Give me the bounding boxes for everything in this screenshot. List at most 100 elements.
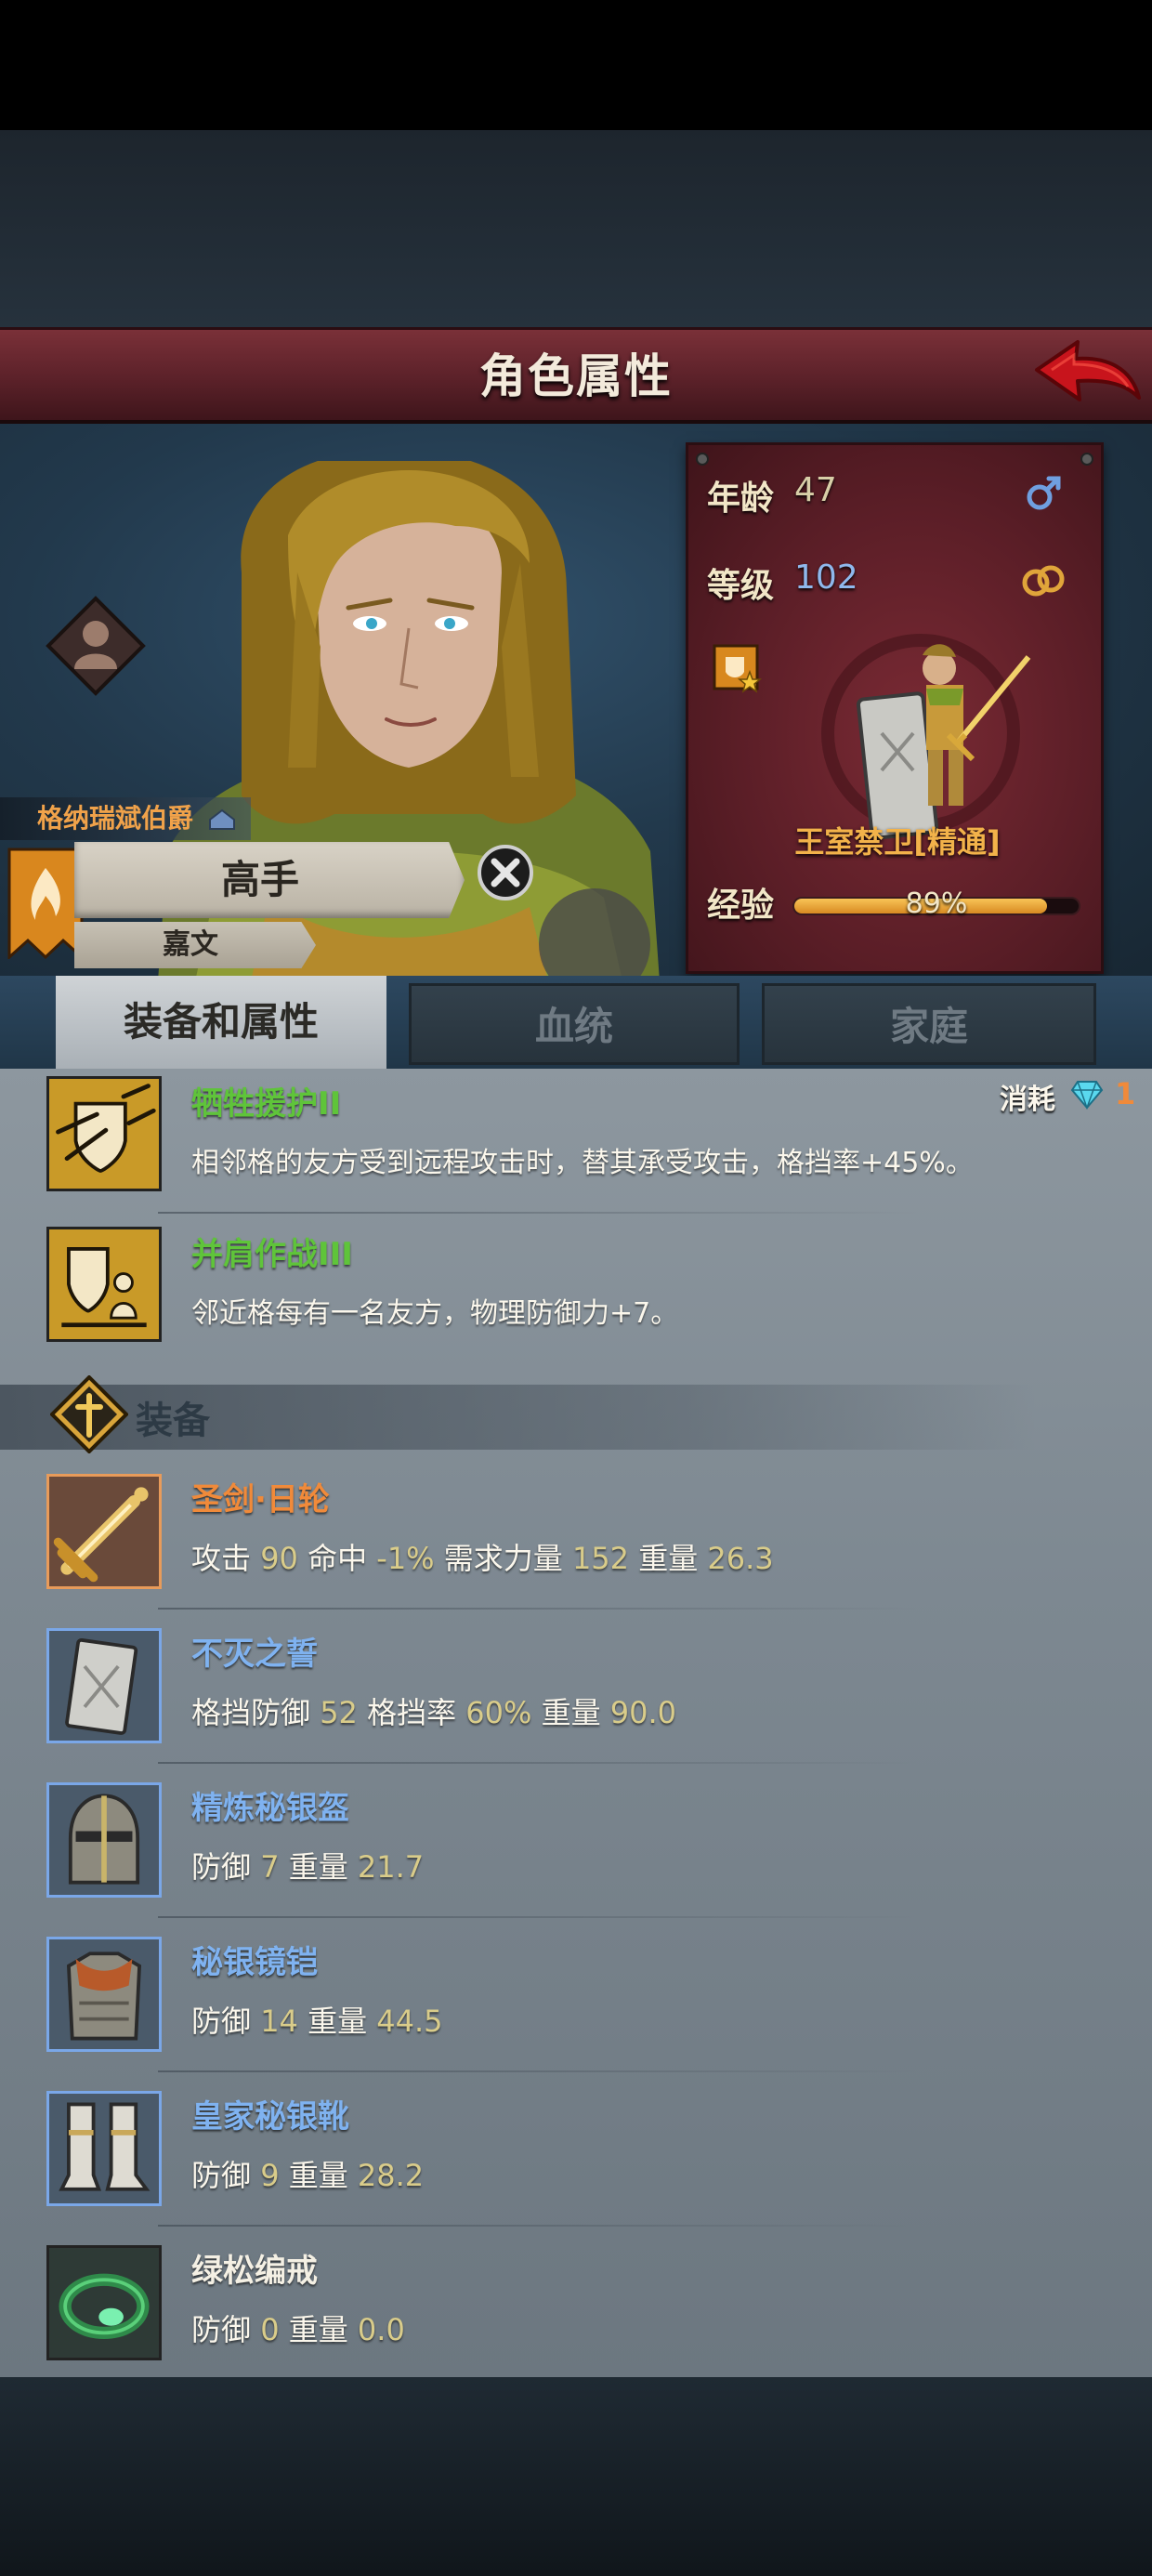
exp-label: 经验: [707, 887, 775, 925]
stat-value: 90: [260, 1541, 298, 1576]
title-bar: 角色属性: [0, 327, 1152, 424]
page-title: 角色属性: [479, 349, 673, 403]
age-label: 年龄: [707, 480, 775, 518]
tab-equipment-attributes[interactable]: 装备和属性: [56, 976, 386, 1069]
stat-label: 重量: [288, 2312, 348, 2347]
panel-pin: [1080, 453, 1093, 466]
background-lower: [0, 2377, 1152, 2576]
character-name: 嘉文: [163, 928, 218, 961]
shield-arrows-skill-icon: [46, 1076, 162, 1191]
row-divider: [158, 1212, 920, 1214]
stat-label: 重量: [541, 1695, 601, 1730]
stat-label: 防御: [191, 2004, 252, 2039]
royal-guard-figure: [821, 634, 1031, 840]
equipment-row[interactable]: 圣剑·日轮 攻击 90 命中 -1% 需求力量 152 重量 26.3: [0, 1474, 1152, 1595]
equipment-section-title: 装备: [136, 1400, 210, 1442]
flame-banner-icon: [7, 848, 84, 959]
stat-value: 9: [260, 2158, 280, 2193]
stat-label: 重量: [288, 1849, 348, 1885]
stat-value: -1%: [376, 1541, 435, 1576]
faction-name: 格纳瑞斌伯爵: [37, 803, 194, 834]
age-value: 47: [794, 471, 837, 509]
stat-value: 44.5: [376, 2004, 443, 2039]
stat-value: 21.7: [357, 1849, 425, 1885]
stat-value: 7: [260, 1849, 280, 1885]
cross-diamond-icon: [50, 1375, 128, 1453]
stat-label: 需求力量: [443, 1541, 563, 1576]
shield-soldiers-skill-icon: [46, 1227, 162, 1342]
level-label: 等级: [707, 567, 775, 605]
rings-icon: [1022, 565, 1065, 597]
house-icon: [208, 808, 235, 830]
equipment-name: 秘银镜铠: [191, 1944, 318, 1981]
stat-value: 26.3: [707, 1541, 774, 1576]
helmet-icon: [46, 1782, 162, 1898]
equipment-row[interactable]: 精炼秘银盔 防御 7 重量 21.7: [0, 1782, 1152, 1903]
tab-family[interactable]: 家庭: [762, 983, 1096, 1065]
equipment-stats: 格挡防御 52 格挡率 60% 重量 90.0: [191, 1689, 676, 1732]
body-armor-icon: [46, 1937, 162, 2052]
equipment-name: 绿松编戒: [191, 2253, 318, 2290]
equipment-row[interactable]: 皇家秘银靴 防御 9 重量 28.2: [0, 2091, 1152, 2212]
row-divider: [158, 2225, 920, 2227]
title-plate: 高手: [74, 842, 465, 918]
exp-percent: 89%: [905, 887, 968, 920]
equipment-stats: 防御 7 重量 21.7: [191, 1844, 424, 1886]
stat-label: 格挡率: [367, 1695, 457, 1730]
skill-row[interactable]: 并肩作战III 邻近格每有一名友方，物理防御力+7。: [0, 1227, 1152, 1347]
app-root: 角色属性 格纳瑞斌伯爵 高手 嘉文 年龄 47 等级 102 王室禁卫[精通] …: [0, 0, 1152, 2576]
skill-name: 并肩作战III: [191, 1236, 353, 1273]
stat-value: 0: [260, 2312, 280, 2347]
stat-label: 命中: [308, 1541, 368, 1576]
troop-name: 王室禁卫[精通]: [794, 824, 1001, 860]
stat-label: 重量: [308, 2004, 368, 2039]
stat-label: 格挡防御: [191, 1695, 311, 1730]
skill-description: 邻近格每有一名友方，物理防御力+7。: [191, 1297, 679, 1330]
tab-bloodline[interactable]: 血统: [409, 983, 740, 1065]
stat-label: 防御: [191, 2158, 252, 2193]
row-divider: [158, 1608, 920, 1610]
panel-pin: [696, 453, 709, 466]
golden-sword-icon: [46, 1474, 162, 1589]
row-divider: [158, 1916, 920, 1918]
equipment-name: 圣剑·日轮: [191, 1481, 330, 1518]
boots-icon: [46, 2091, 162, 2206]
male-symbol-icon: [1027, 476, 1061, 510]
equipment-stats: 防御 0 重量 0.0: [191, 2307, 405, 2349]
row-divider: [158, 2070, 920, 2072]
stat-label: 攻击: [191, 1541, 252, 1576]
equipment-row[interactable]: 不灭之誓 格挡防御 52 格挡率 60% 重量 90.0: [0, 1628, 1152, 1749]
troop-rank-icon: [713, 644, 763, 693]
background-upper: [0, 130, 1152, 330]
back-arrow-icon: [1035, 340, 1141, 401]
stat-label: 防御: [191, 1849, 252, 1885]
stat-label: 防御: [191, 2312, 252, 2347]
stat-value: 0.0: [357, 2312, 405, 2347]
stat-value: 14: [260, 2004, 298, 2039]
stat-value: 60%: [465, 1695, 532, 1730]
stat-value: 28.2: [357, 2158, 425, 2193]
dismiss-button[interactable]: [477, 844, 534, 901]
back-button[interactable]: [1033, 336, 1143, 413]
equipment-row[interactable]: 秘银镜铠 防御 14 重量 44.5: [0, 1937, 1152, 2057]
stat-label: 重量: [288, 2158, 348, 2193]
stat-value: 52: [320, 1695, 358, 1730]
faction-label: 格纳瑞斌伯爵: [0, 797, 251, 840]
stat-value: 152: [571, 1541, 630, 1576]
name-plate: 嘉文: [74, 922, 316, 968]
stats-panel: 年龄 47 等级 102 王室禁卫[精通] 经验 89%: [686, 442, 1104, 974]
character-title: 高手: [220, 857, 299, 902]
status-area: [0, 0, 1152, 130]
row-divider: [158, 1762, 920, 1764]
stat-label: 重量: [638, 1541, 699, 1576]
equipment-name: 皇家秘银靴: [191, 2098, 349, 2136]
turquoise-ring-icon: [46, 2245, 162, 2360]
equipment-stats: 防御 9 重量 28.2: [191, 2152, 424, 2195]
tower-shield-icon: [46, 1628, 162, 1743]
skill-description: 相邻格的友方受到远程攻击时，替其承受攻击，格挡率+45%。: [191, 1147, 974, 1179]
equipment-row[interactable]: 绿松编戒 防御 0 重量 0.0: [0, 2245, 1152, 2366]
skill-row[interactable]: 牺牲援护II 相邻格的友方受到远程攻击时，替其承受攻击，格挡率+45%。: [0, 1076, 1152, 1197]
skill-name: 牺牲援护II: [191, 1085, 342, 1123]
equipment-stats: 防御 14 重量 44.5: [191, 1998, 443, 2041]
hooded-figure-class-icon[interactable]: [45, 595, 147, 697]
